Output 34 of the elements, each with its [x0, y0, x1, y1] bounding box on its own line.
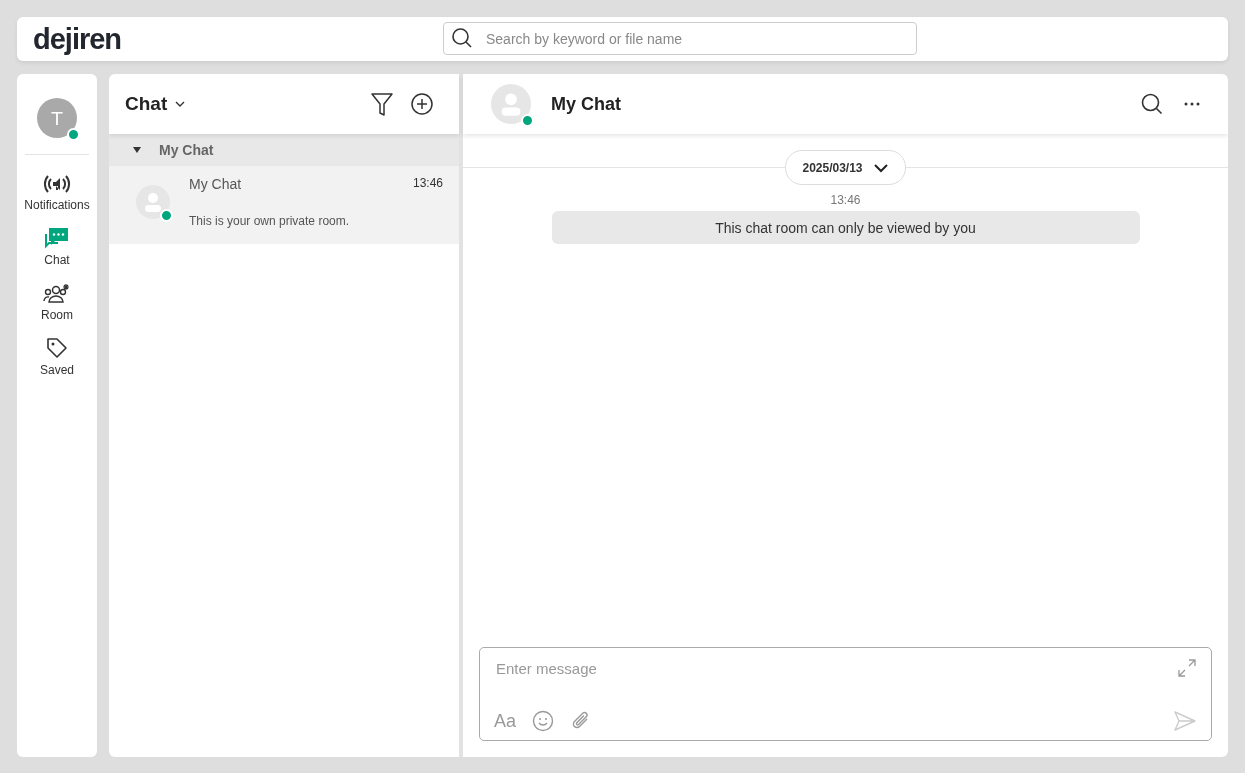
- person-avatar-icon: [491, 84, 531, 124]
- chat-time: 13:46: [412, 176, 443, 192]
- system-message: This chat room can only be viewed by you: [551, 211, 1140, 244]
- message-time: 13:46: [830, 193, 861, 207]
- triangle-icon: [132, 146, 142, 154]
- date-selector[interactable]: 2025/03/13: [785, 150, 906, 185]
- chat-name: My Chat: [189, 176, 242, 192]
- chat-preview: This is your own private room.: [189, 214, 351, 228]
- more-icon[interactable]: [1184, 101, 1200, 107]
- chat-bubbles-icon: [44, 226, 70, 250]
- logo: dejiren: [33, 22, 122, 56]
- group-header[interactable]: My Chat: [109, 134, 459, 166]
- avatar-initial: T: [51, 107, 63, 129]
- chat-dropdown[interactable]: Chat: [125, 93, 187, 115]
- message-input-field[interactable]: Enter message: [494, 658, 1161, 678]
- emoji-icon[interactable]: [532, 710, 555, 732]
- tag-icon: [45, 336, 69, 360]
- megaphone-icon: [42, 173, 72, 195]
- filter-icon[interactable]: [370, 91, 394, 117]
- chat-list-item[interactable]: My Chat 13:46 This is your own private room.: [109, 166, 459, 244]
- chevron-down-icon: [174, 100, 187, 108]
- nav-item[interactable]: Chat: [44, 226, 70, 267]
- add-icon[interactable]: [410, 92, 434, 116]
- person-avatar-icon: [136, 185, 170, 219]
- nav-item[interactable]: Saved: [40, 336, 74, 377]
- chevron-down-icon: [872, 162, 889, 173]
- search-icon: [451, 27, 473, 49]
- search-icon[interactable]: [1140, 92, 1164, 116]
- nav-item[interactable]: Notifications: [24, 173, 90, 212]
- conversation-title: My Chat: [551, 93, 621, 115]
- nav-item[interactable]: Room: [41, 281, 73, 322]
- people-group-icon: [43, 281, 71, 305]
- search-field[interactable]: Search by keyword or file name: [443, 22, 917, 55]
- expand-icon[interactable]: [1177, 658, 1197, 678]
